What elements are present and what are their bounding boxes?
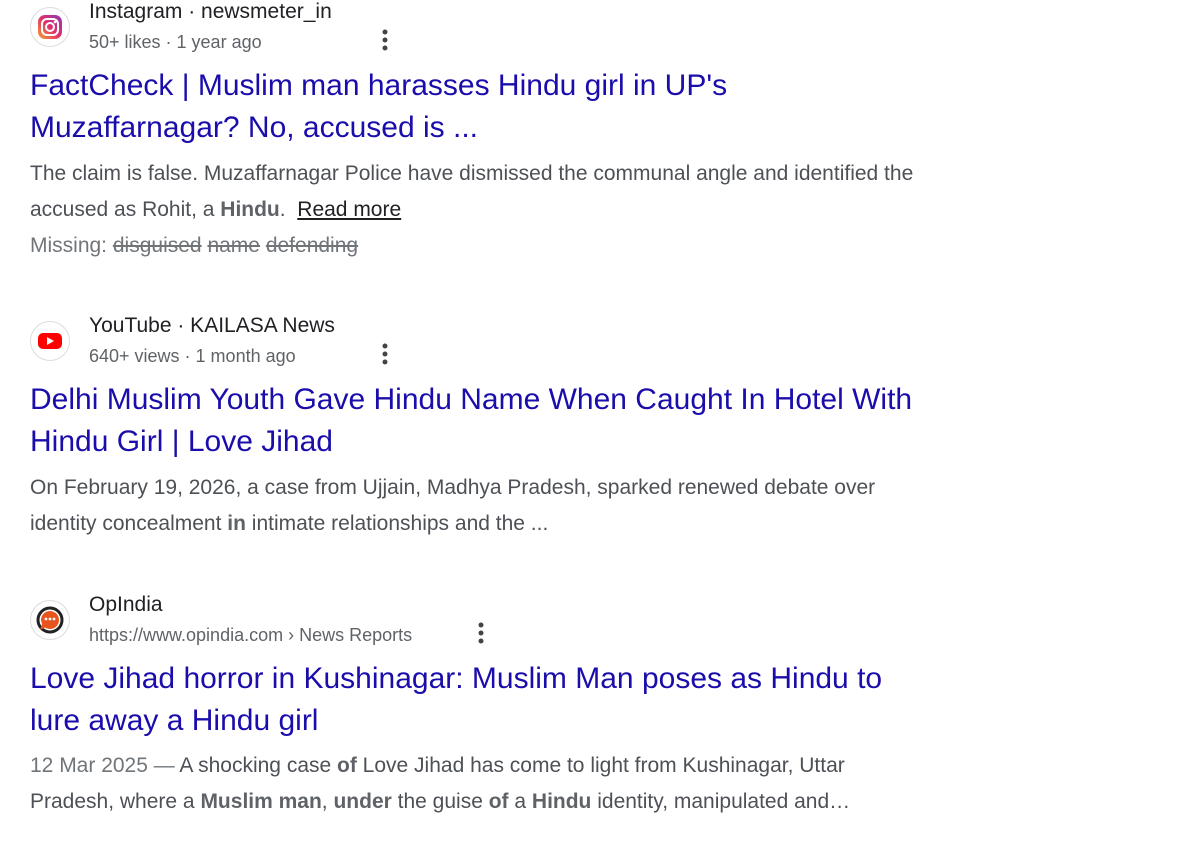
snippet-text: On February 19, 2026, a case from Ujjain… bbox=[30, 476, 876, 499]
result-url[interactable]: https://www.opindia.com › News Reports bbox=[89, 625, 412, 646]
snippet-text: The claim is false. Muzaffarnagar Police… bbox=[30, 162, 914, 185]
result-source[interactable]: YouTube · KAILASA News bbox=[89, 314, 335, 338]
result-meta: 640+ views · 1 month ago bbox=[89, 346, 296, 366]
title-line: Love Jihad horror in Kushinagar: Muslim … bbox=[30, 662, 883, 695]
snippet-highlight: Hindu bbox=[220, 198, 280, 221]
title-line: Delhi Muslim Youth Gave Hindu Name When … bbox=[30, 383, 913, 416]
missing-terms: Missing: disguised name defending bbox=[30, 228, 358, 264]
title-line: Hindu Girl | Love Jihad bbox=[30, 425, 333, 458]
more-vert-icon[interactable] bbox=[375, 26, 395, 54]
result-date: 12 Mar 2025 — bbox=[30, 754, 180, 777]
snippet-text: . bbox=[279, 198, 286, 221]
snippet-highlight: Muslim man bbox=[200, 790, 322, 813]
title-line: Muzaffarnagar? No, accused is ... bbox=[30, 111, 479, 144]
result-title-link[interactable]: Delhi Muslim Youth Gave Hindu Name When … bbox=[30, 379, 1020, 463]
snippet-highlight: Hindu bbox=[531, 790, 592, 813]
result-snippet: The claim is false. Muzaffarnagar Police… bbox=[30, 156, 1020, 228]
snippet-highlight: of bbox=[337, 754, 357, 777]
missing-term: name bbox=[207, 234, 260, 257]
read-more-link[interactable]: Read more bbox=[297, 198, 401, 221]
snippet-text: Pradesh, where a bbox=[30, 790, 201, 813]
result-title-link[interactable]: FactCheck | Muslim man harasses Hindu gi… bbox=[30, 65, 1020, 149]
snippet-text: , bbox=[321, 790, 334, 813]
snippet-text: intimate relationships and the ... bbox=[245, 512, 549, 535]
snippet-text: accused as Rohit, a bbox=[30, 198, 221, 221]
missing-label: Missing: bbox=[30, 234, 108, 257]
snippet-text: A shocking case bbox=[179, 754, 338, 777]
snippet-text: Love Jihad has come to light from Kushin… bbox=[356, 754, 845, 777]
snippet-text: identity, manipulated and… bbox=[591, 790, 851, 813]
result-title-link[interactable]: Love Jihad horror in Kushinagar: Muslim … bbox=[30, 658, 1020, 742]
title-line: lure away a Hindu girl bbox=[30, 704, 319, 737]
snippet-highlight: under bbox=[333, 790, 392, 813]
result-snippet: On February 19, 2026, a case from Ujjain… bbox=[30, 470, 1020, 542]
snippet-highlight: of bbox=[488, 790, 509, 813]
missing-term: disguised bbox=[112, 234, 202, 257]
snippet-text: a bbox=[508, 790, 532, 813]
result-snippet: 12 Mar 2025 — A shocking case of Love Ji… bbox=[30, 748, 1020, 820]
result-meta: 50+ likes · 1 year ago bbox=[89, 32, 262, 52]
result-source[interactable]: Instagram · newsmeter_in bbox=[89, 0, 332, 24]
title-line: FactCheck | Muslim man harasses Hindu gi… bbox=[30, 69, 728, 102]
missing-term: defending bbox=[265, 234, 359, 257]
snippet-text: identity concealment bbox=[30, 512, 228, 535]
youtube-icon[interactable] bbox=[30, 321, 70, 361]
instagram-icon[interactable] bbox=[30, 7, 70, 47]
more-vert-icon[interactable] bbox=[375, 340, 395, 368]
snippet-highlight: in bbox=[227, 512, 246, 535]
snippet-text: the guise bbox=[391, 790, 489, 813]
result-source[interactable]: OpIndia bbox=[89, 593, 163, 617]
more-vert-icon[interactable] bbox=[471, 619, 491, 647]
opindia-icon[interactable] bbox=[30, 600, 70, 640]
